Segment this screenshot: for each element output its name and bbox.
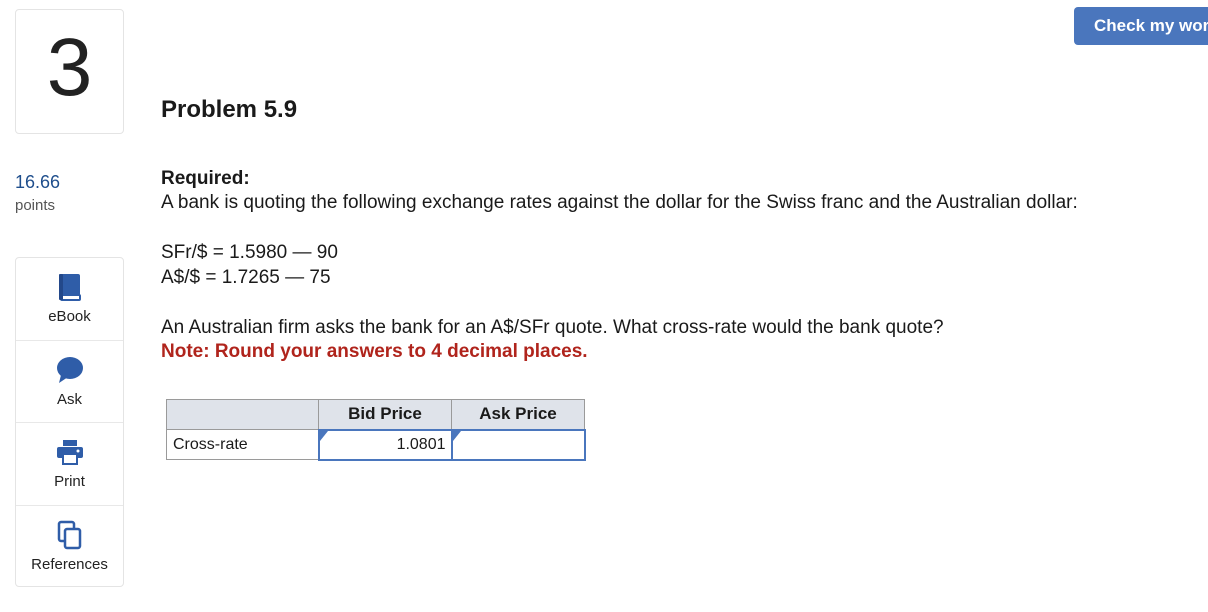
printer-icon — [56, 437, 84, 467]
speech-bubble-icon — [56, 355, 84, 385]
rounding-note: Note: Round your answers to 4 decimal pl… — [161, 341, 588, 362]
header-bid-price: Bid Price — [318, 399, 452, 430]
table-row: Cross-rate — [166, 428, 586, 461]
ebook-label: eBook — [48, 308, 91, 326]
documents-icon — [57, 520, 83, 550]
ask-label: Ask — [56, 390, 82, 408]
print-button[interactable]: Print — [16, 423, 123, 506]
bid-price-cell — [317, 428, 453, 461]
question-number-card: 3 — [15, 9, 124, 134]
required-heading: Required: — [161, 168, 250, 189]
input-corner-marker — [452, 430, 461, 441]
problem-prompt: A bank is quoting the following exchange… — [161, 192, 1078, 213]
input-corner-marker — [319, 430, 328, 441]
check-my-work-button[interactable]: Check my work — [1074, 7, 1208, 45]
question-text: An Australian firm asks the bank for an … — [161, 317, 944, 338]
header-blank — [166, 399, 319, 430]
book-icon — [58, 272, 82, 302]
question-number: 3 — [46, 21, 93, 113]
ask-price-input[interactable] — [452, 430, 584, 459]
points-label: points — [15, 197, 56, 214]
references-button[interactable]: References — [16, 506, 123, 589]
problem-title: Problem 5.9 — [161, 96, 298, 123]
bid-price-input[interactable] — [319, 430, 451, 459]
ask-price-cell — [450, 428, 586, 461]
header-ask-price: Ask Price — [451, 399, 585, 430]
assignment-page: 3 16.66 points eBook Ask Print Reference… — [0, 0, 1208, 612]
points-value: 16.66 — [15, 172, 61, 192]
ebook-button[interactable]: eBook — [16, 258, 123, 341]
ask-button[interactable]: Ask — [16, 341, 123, 423]
answer-table: Bid Price Ask Price Cross-rate — [166, 399, 586, 461]
tools-panel: eBook Ask Print References — [15, 257, 124, 587]
sfr-rate: SFr/$ = 1.5980 — 90 — [161, 242, 338, 263]
references-label: References — [31, 556, 108, 574]
cross-rate-label: Cross-rate — [166, 429, 319, 460]
answer-table-header-row: Bid Price Ask Price — [166, 399, 585, 430]
print-label: Print — [54, 473, 85, 491]
aud-rate: A$/$ = 1.7265 — 75 — [161, 267, 331, 288]
